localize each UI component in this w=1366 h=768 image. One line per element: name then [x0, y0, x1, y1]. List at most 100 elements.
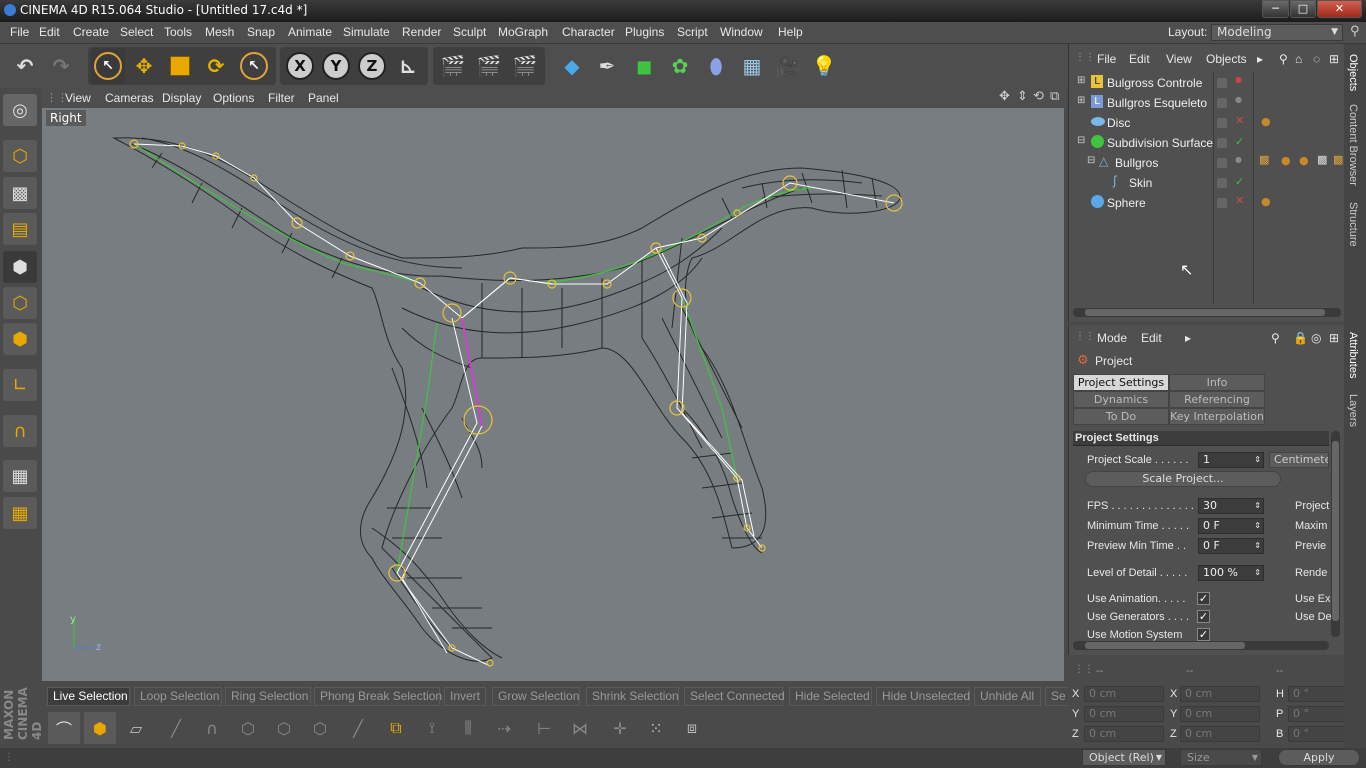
tag-material-icon[interactable]: ● [1299, 154, 1309, 167]
close-button[interactable]: ✕ [1317, 0, 1362, 18]
tab-grow-selection[interactable]: Grow Selection [492, 687, 580, 706]
stepper-icon[interactable]: ⇕ [1254, 453, 1261, 467]
bridge-tool[interactable]: ⧉ [380, 712, 412, 744]
slide-tool[interactable]: ⫼ [452, 712, 484, 744]
layer-dot[interactable] [1217, 78, 1227, 88]
search-icon[interactable]: ⚲ [1279, 52, 1288, 66]
environment-button[interactable]: ▦ [735, 48, 769, 84]
pos-x-field[interactable]: 0 cm [1084, 686, 1164, 702]
menu-edit[interactable]: Edit [39, 25, 60, 39]
new-panel-icon[interactable]: ⊞ [1329, 52, 1339, 66]
workplane-mode-button[interactable]: ▤ [3, 213, 37, 245]
magnet-tool[interactable]: ∩ [196, 712, 228, 744]
tag-material-icon[interactable]: ● [1261, 115, 1271, 128]
lock-icon[interactable]: 🔒 [1293, 331, 1308, 345]
edges-mode-button[interactable]: ⬡ [3, 287, 37, 319]
mograph-cloner-button[interactable]: ✿ [663, 48, 697, 84]
tab-overflow[interactable]: Se [1045, 687, 1069, 706]
maximize-button[interactable]: □ [1290, 0, 1316, 18]
search-icon[interactable]: ⚲ [1271, 331, 1280, 345]
preview-min-time-field[interactable]: 0 F ⇕ [1198, 538, 1264, 554]
objects-horizontal-scrollbar[interactable] [1073, 308, 1341, 317]
chevron-right-icon[interactable]: ▸ [1185, 331, 1191, 345]
scale-project-button[interactable]: Scale Project... [1085, 471, 1281, 487]
layer-dot[interactable] [1217, 138, 1227, 148]
iron-tool[interactable]: ⊢ [528, 712, 560, 744]
tag-weights-icon[interactable]: ▩ [1259, 153, 1269, 166]
tab-project-settings[interactable]: Project Settings [1073, 374, 1169, 391]
object-row-skin[interactable]: ʃ Skin ✓ [1077, 173, 1343, 193]
line-cut-tool[interactable]: ⌒ [48, 712, 80, 744]
tab-info[interactable]: Info [1169, 374, 1265, 391]
drag-handle-icon[interactable]: ⋮⋮ [1074, 664, 1094, 675]
attributes-menu-edit[interactable]: Edit [1141, 331, 1162, 345]
maximize-view-icon[interactable]: ⧉ [1050, 89, 1059, 104]
recent-tool[interactable]: ↖ [237, 48, 271, 84]
set-point-tool[interactable]: ✛ [604, 712, 636, 744]
menu-tools[interactable]: Tools [164, 25, 192, 39]
attributes-vertical-scrollbar[interactable] [1331, 431, 1340, 637]
tab-unhide-all[interactable]: Unhide All [974, 687, 1041, 706]
tab-live-selection[interactable]: Live Selection [47, 687, 130, 706]
minimize-button[interactable]: ─ [1262, 0, 1289, 18]
viewport-menu-display[interactable]: Display [162, 91, 201, 105]
visibility-dots-icon[interactable]: ● [1235, 95, 1242, 104]
size-mode-dropdown[interactable]: Size ▼ [1180, 749, 1262, 766]
project-scale-unit-dropdown[interactable]: Centimete [1269, 452, 1329, 468]
visibility-dots-icon[interactable]: ● [1235, 155, 1242, 164]
menu-create[interactable]: Create [73, 25, 109, 39]
model-mode-button[interactable]: ⬡ [3, 140, 37, 172]
camera-button[interactable]: 🎥 [771, 48, 805, 84]
dolly-icon[interactable]: ⇕ [1017, 89, 1028, 104]
chevron-right-icon[interactable]: ▸ [1257, 52, 1263, 66]
redo-button[interactable]: ↷ [44, 48, 78, 84]
side-tab-structure[interactable]: Structure [1347, 202, 1359, 247]
stepper-icon[interactable]: ⇕ [1254, 566, 1261, 580]
size-z-field[interactable]: 0 cm [1180, 726, 1260, 742]
deformer-button[interactable]: ⬮ [699, 48, 733, 84]
extrude-inner-tool[interactable]: ⬡ [268, 712, 300, 744]
brush-tool[interactable]: ╱ [160, 712, 192, 744]
object-row-bullgros-esqueleto[interactable]: ⊞ L Bullgros Esqueleto ● [1077, 93, 1343, 113]
object-row-sphere[interactable]: Sphere ✕ ● [1077, 193, 1343, 213]
weld-tool[interactable]: ⟟ [416, 712, 448, 744]
objects-menu-objects[interactable]: Objects [1206, 52, 1247, 66]
tab-select-connected[interactable]: Select Connected [684, 687, 785, 706]
disabled-x-icon[interactable]: ✕ [1235, 194, 1244, 207]
collapse-icon[interactable]: ⊟ [1077, 135, 1085, 146]
side-tab-content-browser[interactable]: Content Browser [1347, 104, 1359, 186]
coordinate-system-button[interactable]: ⊾ [391, 48, 425, 84]
planar-workplane-button[interactable]: ▦ [3, 497, 37, 529]
eye-icon[interactable]: ◌ [1313, 52, 1320, 66]
object-row-disc[interactable]: Disc ✕ ● [1077, 113, 1343, 133]
minimum-time-field[interactable]: 0 F ⇕ [1198, 518, 1264, 534]
menu-help[interactable]: Help [778, 25, 803, 39]
menu-file[interactable]: File [10, 25, 29, 39]
layer-dot[interactable] [1217, 98, 1227, 108]
stitch-tool[interactable]: ⇢ [488, 712, 520, 744]
array-tool[interactable]: ⁙ [640, 712, 672, 744]
stepper-icon[interactable]: ⇕ [1254, 499, 1261, 513]
objects-menu-file[interactable]: File [1097, 52, 1116, 66]
side-tab-layers[interactable]: Layers [1347, 394, 1359, 427]
menu-plugins[interactable]: Plugins [625, 25, 664, 39]
menu-sculpt[interactable]: Sculpt [453, 25, 486, 39]
tag-material-icon[interactable]: ● [1281, 154, 1291, 167]
render-settings-button[interactable]: 🎬 [508, 48, 542, 84]
menu-character[interactable]: Character [562, 25, 615, 39]
cube-button[interactable]: ◆ [555, 48, 589, 84]
stepper-icon[interactable]: ⇕ [1254, 519, 1261, 533]
level-of-detail-field[interactable]: 100 % ⇕ [1198, 565, 1264, 581]
clone-tool[interactable]: ⧈ [676, 712, 708, 744]
rotate-tool[interactable]: ⟳ [199, 48, 233, 84]
object-row-bullgros[interactable]: ⊟ △ Bullgros ● ▩ ● ● ▩ ▩ [1077, 153, 1343, 173]
tab-ring-selection[interactable]: Ring Selection [225, 687, 311, 706]
scale-tool[interactable] [163, 48, 197, 84]
use-motion-system-checkbox[interactable]: ✓ [1197, 628, 1210, 641]
tab-invert[interactable]: Invert [444, 687, 486, 706]
tab-to-do[interactable]: To Do [1073, 408, 1169, 425]
menu-window[interactable]: Window [720, 25, 763, 39]
stepper-icon[interactable]: ⇕ [1254, 539, 1261, 553]
tab-hide-selected[interactable]: Hide Selected [789, 687, 872, 706]
tab-loop-selection[interactable]: Loop Selection [134, 687, 222, 706]
